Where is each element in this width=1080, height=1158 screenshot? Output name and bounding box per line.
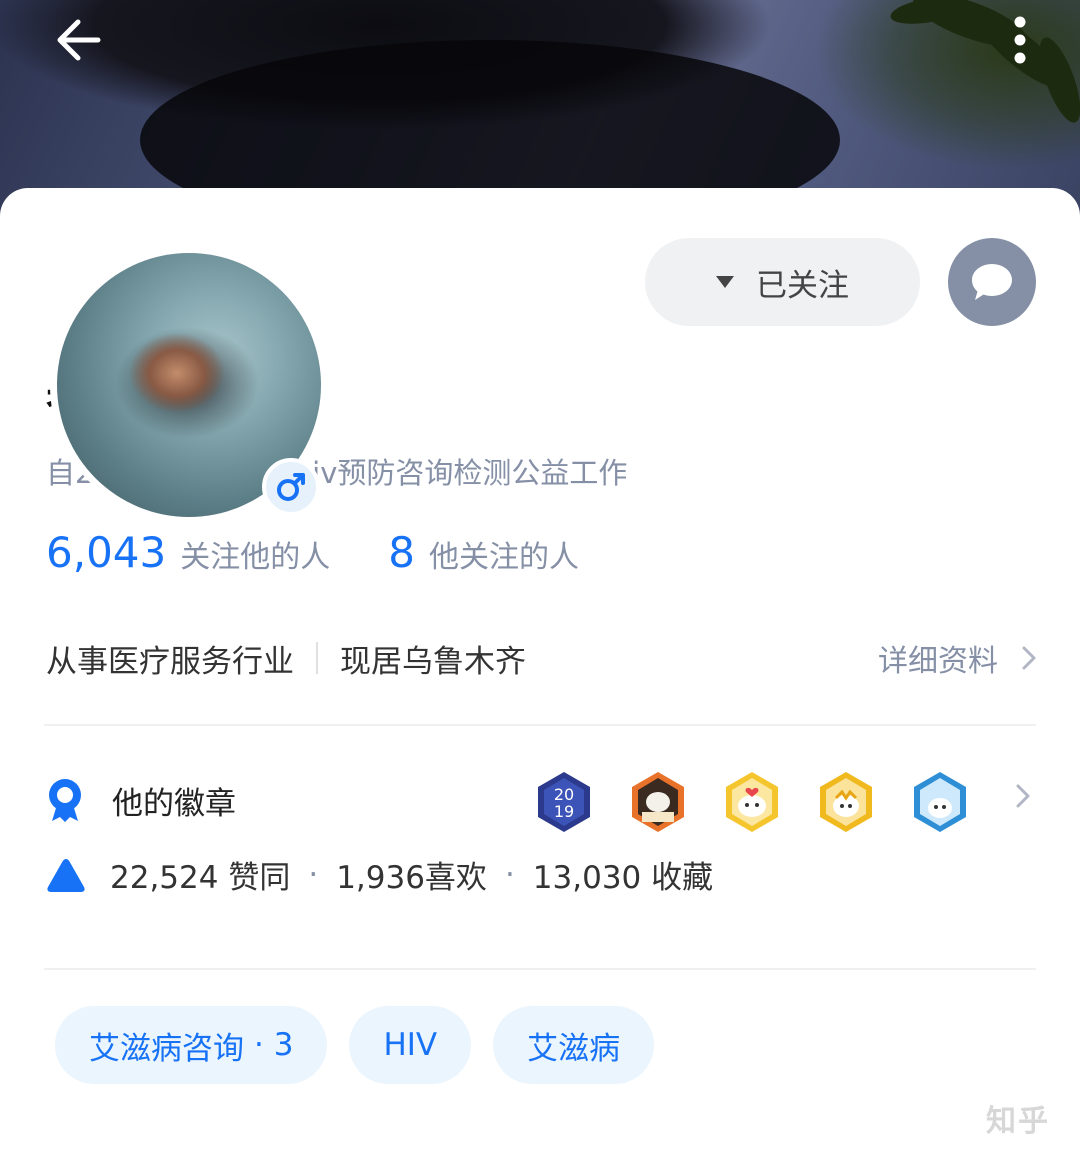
follow-stats: 6,043 关注他的人 8 他关注的人: [46, 528, 579, 577]
divider: [44, 968, 1036, 970]
achievements-row: 22,524 赞同 · 1,936喜欢 · 13,030 收藏: [46, 852, 713, 897]
hexagon-badge-icon: [914, 772, 966, 832]
following-count[interactable]: 8: [388, 528, 415, 577]
gender-badge: [262, 458, 320, 516]
badges-row[interactable]: 他的徽章 20 19: [46, 772, 1036, 832]
likes-count: 1,936喜欢: [336, 860, 487, 896]
badge-list[interactable]: 20 19: [532, 770, 972, 834]
dot-separator: ·: [308, 856, 319, 893]
back-button[interactable]: [48, 12, 108, 68]
badges-chevron-right-icon[interactable]: [1016, 784, 1030, 808]
profile-card: 已关注 者也 自2007年至今从事hiv预防咨询检测公益工作 6,043 关注他…: [0, 188, 1080, 1158]
location: 现居乌鲁木齐: [340, 643, 526, 680]
message-button[interactable]: [948, 238, 1036, 326]
tag-label: HIV: [383, 1027, 438, 1063]
follow-button-label: 已关注: [756, 267, 849, 304]
info-separator: [316, 642, 318, 674]
more-vertical-icon: [1014, 16, 1026, 64]
triangle-up-icon: [47, 858, 85, 892]
heart-badge-icon: [726, 772, 778, 832]
profile-info-row: 从事医疗服务行业 现居乌鲁木齐 详细资料: [46, 636, 1036, 680]
medal-icon: [49, 779, 81, 822]
male-icon: [277, 473, 305, 501]
chat-bubble-icon: [972, 264, 1012, 300]
detail-profile-link[interactable]: 详细资料: [878, 636, 1036, 680]
following-label[interactable]: 他关注的人: [429, 532, 579, 576]
cover-leaves: [890, 0, 1080, 123]
chevron-right-icon: [1022, 646, 1036, 670]
followers-count[interactable]: 6,043: [46, 528, 166, 577]
tag-label: 艾滋病咨询: [89, 1030, 244, 1067]
tag-label: 艾滋病: [527, 1030, 621, 1067]
upvotes-count: 22,524 赞同: [110, 860, 291, 896]
dot-separator: ·: [504, 856, 515, 893]
followers-label[interactable]: 关注他的人: [180, 532, 330, 576]
favorites-count: 13,030 收藏: [532, 860, 714, 896]
divider: [44, 724, 1036, 726]
detail-profile-label: 详细资料: [878, 644, 998, 679]
tag-aids-counseling[interactable]: 艾滋病咨询 · 3: [55, 1006, 328, 1084]
tag-hiv[interactable]: HIV: [349, 1006, 472, 1084]
badges-title: 他的徽章: [112, 785, 236, 822]
gold-badge-icon: [820, 772, 872, 832]
2019-badge-icon: 20 19: [538, 772, 590, 832]
caret-down-icon: [716, 276, 734, 288]
arrow-left-icon: [57, 19, 101, 61]
tag-aids[interactable]: 艾滋病: [493, 1006, 655, 1084]
more-button[interactable]: [1000, 10, 1040, 70]
tag-count: · 3: [254, 1027, 294, 1063]
svg-text:19: 19: [554, 802, 574, 821]
industry: 从事医疗服务行业: [46, 643, 294, 680]
zhihu-watermark: 知乎: [986, 1104, 1050, 1139]
reading-badge-icon: [632, 772, 684, 832]
follow-button[interactable]: 已关注: [645, 238, 920, 326]
topic-tags: 艾滋病咨询 · 3 HIV 艾滋病: [55, 1006, 655, 1084]
